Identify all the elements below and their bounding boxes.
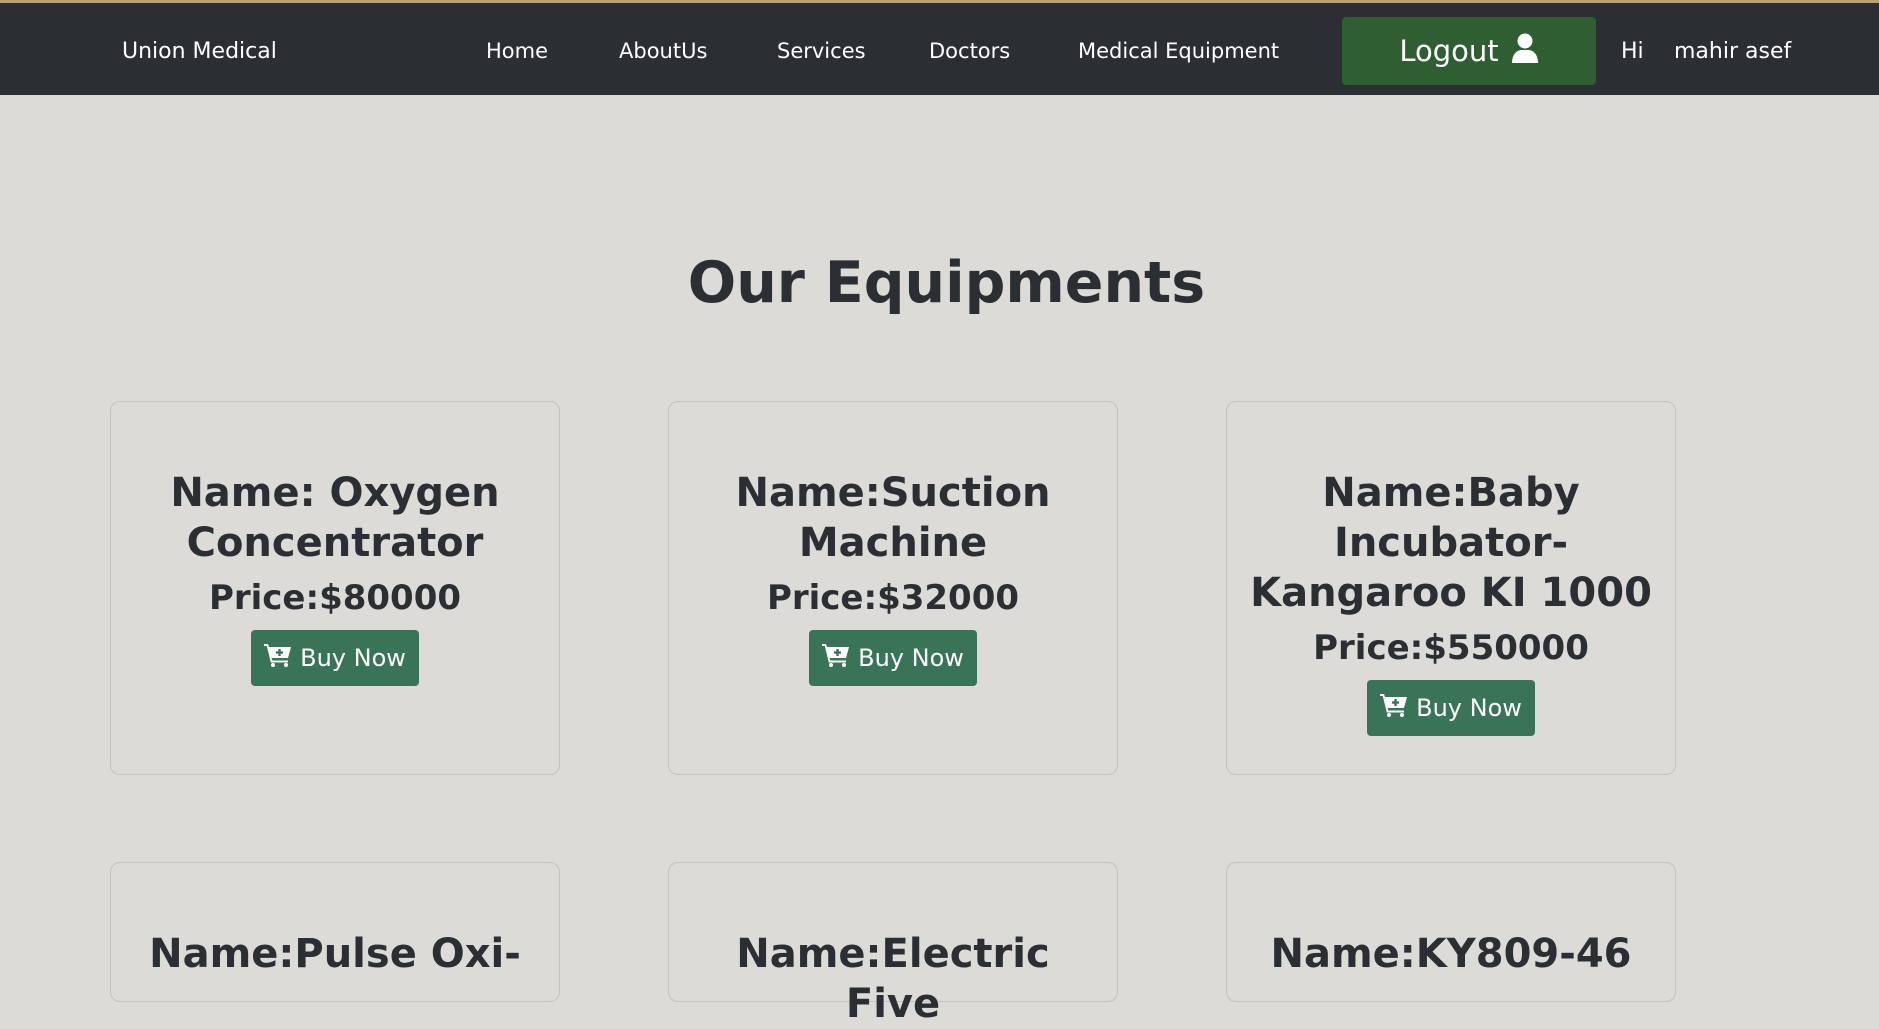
- buy-now-button[interactable]: Buy Now: [251, 630, 419, 686]
- equipment-price: Price:$550000: [1313, 628, 1589, 668]
- cart-plus-icon: [1380, 693, 1408, 723]
- equipment-card: Name:Electric Five: [668, 862, 1118, 1027]
- cart-plus-icon: [264, 643, 292, 673]
- cart-plus-icon: [822, 643, 850, 673]
- equipment-name: Name:Electric Five: [736, 931, 1050, 1027]
- logout-button[interactable]: Logout: [1342, 17, 1596, 85]
- equipment-name: Name: Oxygen Concentrator: [170, 470, 500, 566]
- greeting-text: Hi: [1621, 39, 1644, 64]
- username-text: mahir asef: [1674, 39, 1792, 64]
- buy-now-button[interactable]: Buy Now: [809, 630, 977, 686]
- buy-now-label: Buy Now: [300, 644, 406, 672]
- equipment-name: Name:Suction Machine: [735, 470, 1051, 566]
- nav-link-home[interactable]: Home: [486, 36, 548, 66]
- equipment-name: Name:Pulse Oxi-: [149, 931, 521, 977]
- nav-link-doctors[interactable]: Doctors: [929, 36, 1010, 66]
- equipment-card: Name:Pulse Oxi-: [110, 862, 560, 1002]
- nav-link-aboutus[interactable]: AboutUs: [619, 36, 707, 66]
- brand-logo-text[interactable]: Union Medical: [122, 37, 277, 67]
- equipment-card: Name:Suction Machine Price:$32000 Buy No…: [668, 401, 1118, 775]
- equipment-card: Name:KY809-46: [1226, 862, 1676, 1002]
- buy-now-button[interactable]: Buy Now: [1367, 680, 1535, 736]
- buy-now-label: Buy Now: [858, 644, 964, 672]
- equipment-name: Name:Baby Incubator-Kangaroo KI 1000: [1250, 470, 1652, 616]
- logout-label: Logout: [1399, 34, 1499, 68]
- equipment-card: Name:Baby Incubator-Kangaroo KI 1000 Pri…: [1226, 401, 1676, 775]
- buy-now-label: Buy Now: [1416, 694, 1522, 722]
- page-title: Our Equipments: [687, 250, 1206, 316]
- equipment-name: Name:KY809-46: [1270, 931, 1632, 977]
- equipment-price: Price:$32000: [766, 578, 1020, 618]
- user-icon: [1511, 33, 1539, 70]
- navbar: Union Medical Home AboutUs Services Doct…: [0, 0, 1879, 95]
- equipment-price: Price:$80000: [208, 578, 462, 618]
- nav-link-services[interactable]: Services: [777, 36, 866, 66]
- nav-link-medical-equipment[interactable]: Medical Equipment: [1078, 36, 1279, 66]
- equipment-card: Name: Oxygen Concentrator Price:$80000 B…: [110, 401, 560, 775]
